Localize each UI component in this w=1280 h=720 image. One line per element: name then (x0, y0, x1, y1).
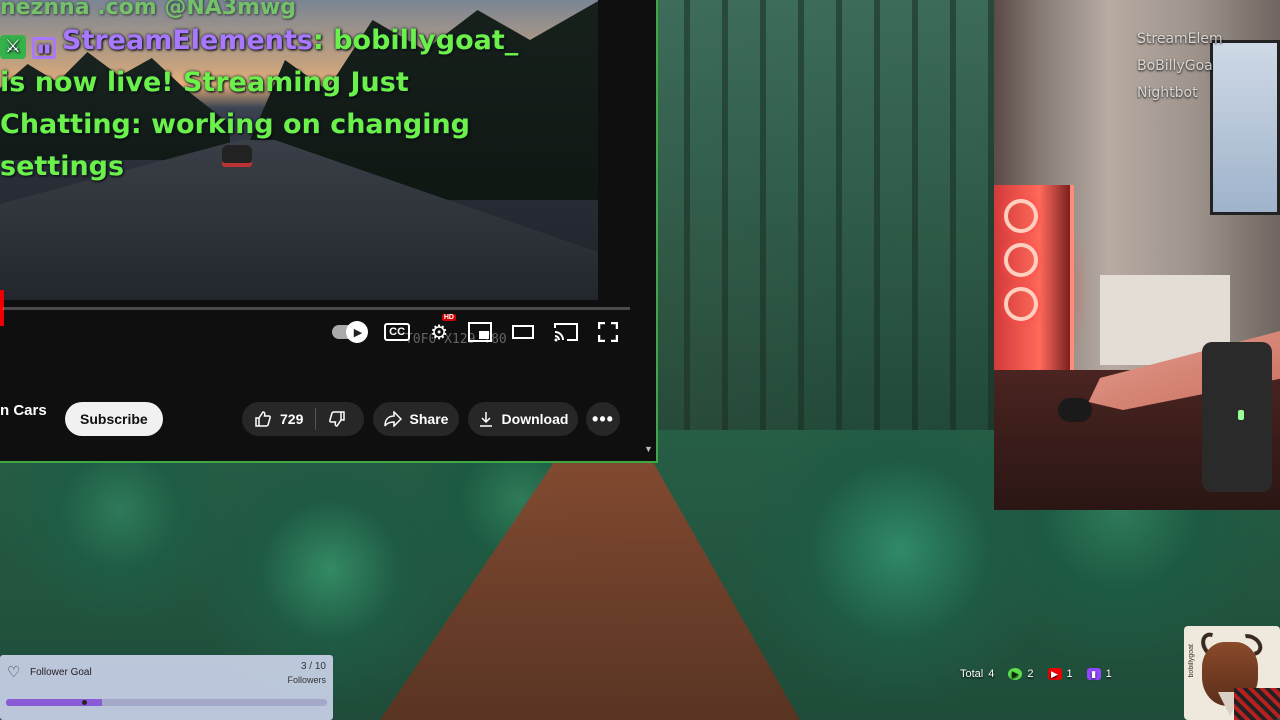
cam-mouse (1058, 398, 1092, 422)
viewer-rumble: ▶ 2 (1008, 668, 1034, 680)
chat-line-author: ⚔ ▮▮ StreamElements: bobillygoat_ (0, 20, 598, 62)
thumbs-down-icon (329, 411, 346, 427)
chat-line-2: is now live! Streaming Just (0, 67, 409, 98)
cc-icon: CC (384, 323, 411, 341)
share-label: Share (409, 411, 449, 427)
fullscreen-button[interactable] (598, 322, 618, 342)
miniplayer-icon (468, 322, 492, 342)
cast-button[interactable] (554, 322, 578, 342)
more-icon: ••• (592, 408, 614, 429)
viewer-youtube: ▶ 1 (1047, 668, 1073, 680)
viewer-twitch-count: 1 (1105, 668, 1112, 680)
viewer-total-label: Total (960, 668, 984, 680)
follower-goal-count: 3 / 10 (300, 661, 326, 672)
goat-logo-text: bobillygoat (1188, 644, 1195, 678)
autoplay-toggle[interactable]: ▶ (332, 321, 369, 343)
download-button[interactable]: Download (468, 402, 578, 436)
goat-logo: bobillygoat (1184, 626, 1280, 720)
dislike-button[interactable] (316, 402, 358, 436)
fullscreen-icon (598, 322, 618, 342)
cam-fan-2 (1004, 243, 1038, 277)
viewer-twitch: ▮ 1 (1086, 668, 1112, 680)
follower-goal-title: Follower Goal (30, 667, 92, 678)
theater-mode-button[interactable] (512, 325, 534, 339)
viewer-total: Total 4 (960, 668, 994, 680)
player-controls: ▶ CC ⚙ HD (0, 312, 640, 352)
share-icon (383, 411, 402, 427)
webcam-feed: StreamElem BoBillyGoa Nightbot (994, 0, 1280, 510)
twitch-icon: ▮▮ (32, 37, 56, 59)
follower-goal-widget: ♡ Follower Goal 3 / 10 Followers (0, 655, 333, 720)
gear-icon: ⚙ (430, 321, 448, 344)
goat-flannel (1234, 688, 1280, 720)
scroll-down-arrow-icon[interactable]: ▼ (644, 444, 653, 454)
progress-played (0, 307, 4, 310)
play-icon: ▶ (353, 327, 363, 339)
channel-name[interactable]: n Cars (0, 402, 47, 419)
subscribe-button[interactable]: Subscribe (65, 402, 163, 436)
cam-pc-case (994, 185, 1074, 375)
follower-goal-bar-fill (6, 699, 103, 706)
cam-microphone (1202, 342, 1272, 492)
chat-line-3: Chatting: working on changing (0, 109, 471, 140)
download-label: Download (501, 411, 569, 427)
thumbs-up-icon (255, 411, 271, 427)
like-count: 729 (280, 411, 304, 427)
follower-goal-unit: Followers (287, 675, 326, 685)
cast-icon (554, 323, 578, 342)
download-icon (479, 412, 492, 427)
chat-username: StreamElements (62, 25, 313, 56)
follower-goal-bar (6, 699, 327, 706)
settings-button[interactable]: ⚙ HD (430, 313, 456, 345)
subtitles-button[interactable]: CC (384, 323, 411, 341)
miniplayer-button[interactable] (468, 322, 492, 342)
rumble-icon: ▶ (1008, 668, 1023, 680)
video-frame[interactable]: neznna .com @NA3mwg ⚔ ▮▮ StreamElements: b… (0, 0, 598, 300)
chat-message-start: : bobillygoat_ (313, 25, 519, 56)
cam-label-3: Nightbot (1137, 85, 1198, 101)
more-actions-button[interactable]: ••• (586, 402, 620, 436)
viewer-rumble-count: 2 (1027, 668, 1034, 680)
chat-line-previous: neznna .com @NA3mwg (0, 0, 297, 20)
youtube-icon: ▶ (1047, 668, 1062, 680)
viewer-total-count: 4 (988, 668, 995, 680)
cam-bot-labels: StreamElem BoBillyGoa Nightbot (1137, 26, 1223, 107)
viewer-youtube-count: 1 (1066, 668, 1073, 680)
cam-label-2: BoBillyGoa (1137, 58, 1213, 74)
heart-icon: ♡ (7, 664, 21, 681)
progress-bar[interactable] (0, 307, 630, 310)
cam-mic-light (1238, 410, 1244, 420)
chat-line-4: settings (0, 151, 125, 182)
cam-fan-1 (1004, 199, 1038, 233)
like-dislike-group: 729 (242, 402, 364, 436)
video-player-panel: neznna .com @NA3mwg ⚔ ▮▮ StreamElements: b… (0, 0, 658, 463)
share-button[interactable]: Share (373, 402, 459, 436)
chat-overlay: neznna .com @NA3mwg ⚔ ▮▮ StreamElements: b… (0, 0, 598, 188)
moderator-sword-icon: ⚔ (0, 35, 26, 59)
theater-icon (512, 325, 534, 339)
like-button[interactable]: 729 (242, 402, 315, 436)
cam-fan-3 (1004, 287, 1038, 321)
hd-badge: HD (441, 313, 456, 321)
cam-label-1: StreamElem (1137, 31, 1223, 47)
twitch-icon: ▮ (1086, 668, 1101, 680)
viewer-counts: Total 4 ▶ 2 ▶ 1 ▮ 1 (960, 664, 1112, 684)
video-info-row: n Cars Subscribe 729 Share Download ••• (0, 400, 640, 440)
